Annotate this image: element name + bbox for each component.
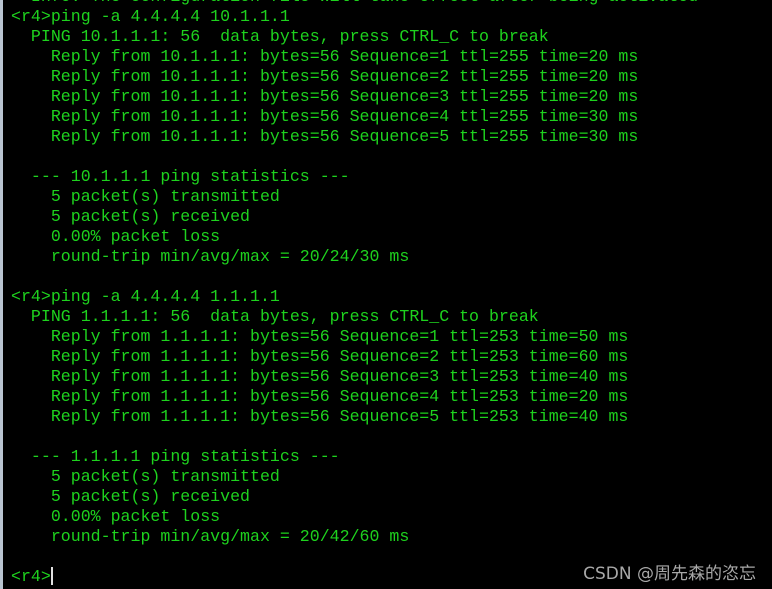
terminal-line: --- 1.1.1.1 ping statistics --- <box>11 447 340 466</box>
window-left-border <box>0 0 3 589</box>
terminal-output[interactable]: Info: The configuration file will take e… <box>11 0 698 587</box>
terminal-line: --- 10.1.1.1 ping statistics --- <box>11 167 350 186</box>
terminal-line: 0.00% packet loss <box>11 227 221 246</box>
terminal-line: Reply from 10.1.1.1: bytes=56 Sequence=4… <box>11 107 639 126</box>
watermark: CSDN @周先森的恣忘 <box>583 564 756 584</box>
terminal-line: PING 10.1.1.1: 56 data bytes, press CTRL… <box>11 27 549 46</box>
terminal-line: Reply from 1.1.1.1: bytes=56 Sequence=4 … <box>11 387 629 406</box>
terminal-line: 5 packet(s) received <box>11 207 250 226</box>
terminal-line: Reply from 10.1.1.1: bytes=56 Sequence=2… <box>11 67 639 86</box>
terminal-line: Reply from 10.1.1.1: bytes=56 Sequence=5… <box>11 127 639 146</box>
terminal-line: Reply from 1.1.1.1: bytes=56 Sequence=5 … <box>11 407 629 426</box>
terminal-line: 5 packet(s) transmitted <box>11 187 280 206</box>
terminal-line: <r4>ping -a 4.4.4.4 10.1.1.1 <box>11 7 290 26</box>
terminal-line: Reply from 1.1.1.1: bytes=56 Sequence=2 … <box>11 347 629 366</box>
terminal-line: round-trip min/avg/max = 20/24/30 ms <box>11 247 410 266</box>
terminal-line: Reply from 1.1.1.1: bytes=56 Sequence=3 … <box>11 367 629 386</box>
terminal-line: 5 packet(s) transmitted <box>11 467 280 486</box>
terminal-line: Reply from 10.1.1.1: bytes=56 Sequence=3… <box>11 87 639 106</box>
terminal-line: PING 1.1.1.1: 56 data bytes, press CTRL_… <box>11 307 539 326</box>
terminal-line: Reply from 1.1.1.1: bytes=56 Sequence=1 … <box>11 327 629 346</box>
terminal-line: Info: The configuration file will take e… <box>11 0 698 7</box>
terminal-line: Reply from 10.1.1.1: bytes=56 Sequence=1… <box>11 47 639 66</box>
terminal-line: <r4>ping -a 4.4.4.4 1.1.1.1 <box>11 287 280 306</box>
prompt: <r4> <box>11 567 51 586</box>
terminal-line: round-trip min/avg/max = 20/42/60 ms <box>11 527 410 546</box>
text-cursor <box>50 567 53 585</box>
terminal-line: 0.00% packet loss <box>11 507 221 526</box>
terminal-line: 5 packet(s) received <box>11 487 250 506</box>
